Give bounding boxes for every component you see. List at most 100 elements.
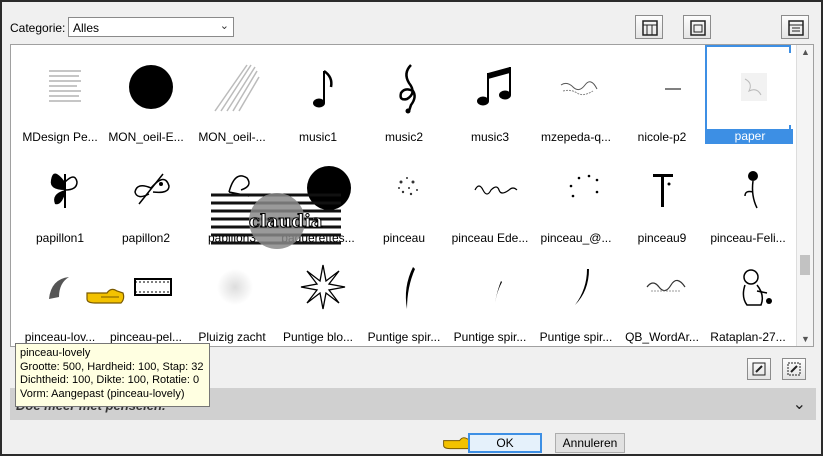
brush-label: Puntige spir... [539,330,613,344]
brush-label: pinceau9 [637,231,687,245]
scroll-down-icon[interactable]: ▼ [801,334,810,344]
eighth-note-thumbnail [287,51,359,123]
brush-label: music1 [298,130,337,144]
brush-tile-mzepeda[interactable]: mzepeda-q... [533,45,619,144]
view-options-button[interactable] [781,15,809,39]
brush-label: Puntige blo... [282,330,354,344]
brush-tile-mdesign[interactable]: MDesign Pe... [17,45,103,144]
cancel-button[interactable]: Annuleren [555,433,625,453]
brush-label: Puntige spir... [453,330,527,344]
vertical-scrollbar[interactable]: ▲ ▼ [796,45,813,346]
brush-tile-rataplan[interactable]: Rataplan-27... [705,245,791,344]
edit-brush-button[interactable] [747,358,771,380]
spiral-stroke-thumbnail [545,251,617,323]
brush-tile-nicole[interactable]: nicole-p2 [619,45,705,144]
brush-label: Pluizig zacht [198,330,266,344]
spiral-stroke-thumbnail [373,251,445,323]
brush-tile-pinceau-feli[interactable]: pinceau-Feli... [705,146,791,245]
chevron-down-icon[interactable]: ⌄ [793,394,806,414]
brush-label: MON_oeil-... [198,130,266,144]
toolbar: Categorie: Alles ⌄ [2,2,821,42]
pointing-hand-icon [85,285,125,310]
brush-tile-puntige-blo[interactable]: Puntige blo... [275,245,361,344]
spiky-star-thumbnail [287,251,359,323]
brush-label: music2 [384,130,423,144]
tooltip-shape-info: Vorm: Aangepast (pinceau-lovely) [20,387,185,400]
script-text-thumbnail [459,152,531,224]
category-dropdown[interactable]: Alles ⌄ [68,17,234,37]
scribble-thumbnail [545,51,617,123]
brush-label: pinceau [382,231,426,245]
brush-label: pinceau_@... [540,231,612,245]
brush-tile-pinceau-eden[interactable]: pinceau Ede... [447,146,533,245]
brush-label: pinceau-lov... [24,330,96,344]
brush-label: Puntige spir... [367,330,441,344]
brush-tile-music1[interactable]: music1 [275,45,361,144]
spiral-stroke-thumbnail [459,251,531,323]
delete-brush-button[interactable] [782,358,806,380]
light-rays-thumbnail [201,51,273,123]
butterfly-thumbnail [115,152,187,224]
cartoon-thumbnail [717,251,789,323]
chevron-down-icon: ⌄ [219,20,229,32]
watermark-text: claudia [249,211,324,233]
brush-tile-qb-wordart[interactable]: QB_WordAr... [619,245,705,344]
brush-tile-papillon1[interactable]: papillon1 [17,146,103,245]
tooltip-name: pinceau-lovely [20,347,91,359]
dash-thumbnail [631,51,703,123]
brush-label: pinceau Ede... [451,231,529,245]
scrollbar-thumb[interactable] [800,255,810,275]
brush-tile-pinceau[interactable]: pinceau [361,146,447,245]
brush-tile-puntige-spir-1[interactable]: Puntige spir... [361,245,447,344]
brush-label: QB_WordAr... [625,330,699,344]
brush-tile-mon-oeil-e[interactable]: MON_oeil-E... [103,45,189,144]
brush-tile-pinceau9[interactable]: pinceau9 [619,146,705,245]
flower-thumbnail [717,152,789,224]
brush-label: nicole-p2 [637,130,687,144]
watermark: claudia [211,165,341,257]
brush-picker-dialog: Categorie: Alles ⌄ MDesign Pe... MON_oei… [0,0,823,456]
brush-label: mzepeda-q... [540,130,612,144]
brush-tile-music2[interactable]: music2 [361,45,447,144]
brush-tile-papillon2[interactable]: papillon2 [103,146,189,245]
view-list-button[interactable] [683,15,711,39]
beamed-notes-thumbnail [459,51,531,123]
brush-tile-pluizig-zacht[interactable]: Pluizig zacht [189,245,275,344]
brush-grid: MDesign Pe... MON_oeil-E... MON_oeil-...… [10,44,814,347]
brush-label: MDesign Pe... [22,130,98,144]
brush-label: music3 [470,130,509,144]
black-circle-thumbnail [115,51,187,123]
brush-label: papillon1 [35,231,85,245]
tooltip-density-info: Dichtheid: 100, Dikte: 100, Rotatie: 0 [20,374,200,386]
brush-label: pinceau-pel... [109,330,183,344]
brush-label: MON_oeil-E... [108,130,184,144]
ok-button[interactable]: OK [468,433,542,453]
butterfly-thumbnail [29,152,101,224]
brush-tooltip: pinceau-lovely Grootte: 500, Hardheid: 1… [15,343,210,407]
brush-tile-puntige-spir-3[interactable]: Puntige spir... [533,245,619,344]
brush-tile-pinceau-at[interactable]: pinceau_@... [533,146,619,245]
wordart-thumbnail [631,251,703,323]
brush-label: pinceau-Feli... [710,231,786,245]
category-value: Alles [73,21,100,35]
tooltip-size-info: Grootte: 500, Hardheid: 100, Stap: 32 [20,360,204,373]
brush-tile-mon-oeil[interactable]: MON_oeil-... [189,45,275,144]
brush-label: paper [707,129,793,144]
pencil-icon [752,362,766,376]
film-strip-thumbnail [115,251,187,323]
category-label: Categorie: [10,21,66,35]
brush-tile-puntige-spir-2[interactable]: Puntige spir... [447,245,533,344]
dotted-arc-thumbnail [545,152,617,224]
paper-thumbnail [719,53,791,125]
scroll-up-icon[interactable]: ▲ [801,47,810,57]
treble-clef-thumbnail [373,51,445,123]
fuzzy-circle-thumbnail [201,251,273,323]
sparkle-dots-thumbnail [373,152,445,224]
view-grid-button[interactable] [635,15,663,39]
grid-view-icon [642,20,658,36]
brush-label: papillon2 [121,231,171,245]
list-view-icon [690,20,706,36]
text-lines-thumbnail [29,51,101,123]
brush-tile-paper[interactable]: paper [705,45,793,144]
brush-tile-music3[interactable]: music3 [447,45,533,144]
